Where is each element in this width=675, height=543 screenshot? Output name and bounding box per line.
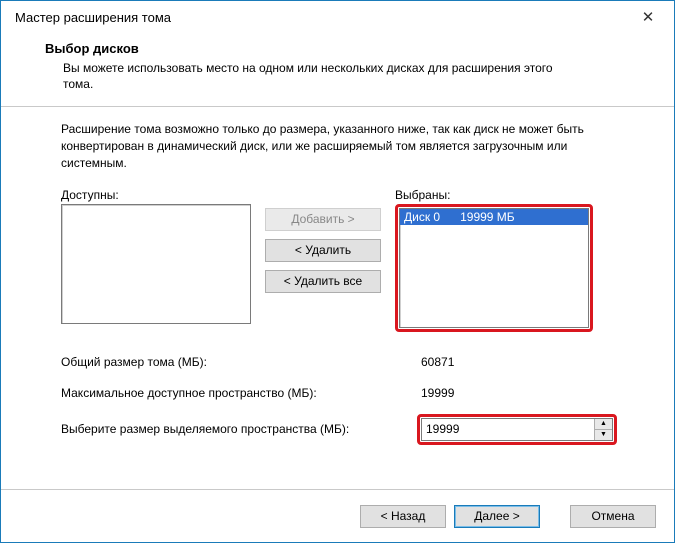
next-button[interactable]: Далее > (454, 505, 540, 528)
cancel-button[interactable]: Отмена (570, 505, 656, 528)
total-size-value: 60871 (417, 352, 609, 373)
transfer-buttons: Добавить > < Удалить < Удалить все (265, 208, 381, 293)
remove-all-button[interactable]: < Удалить все (265, 270, 381, 293)
window-title: Мастер расширения тома (15, 10, 628, 25)
max-space-value: 19999 (417, 383, 609, 404)
title-bar: Мастер расширения тома ✕ (1, 1, 674, 33)
wizard-window: Мастер расширения тома ✕ Выбор дисков Вы… (0, 0, 675, 543)
spinner-down-icon[interactable]: ▼ (595, 430, 612, 440)
selected-column: Выбраны: Диск 0 19999 МБ (395, 188, 593, 332)
max-space-label: Максимальное доступное пространство (МБ)… (61, 386, 417, 400)
back-button[interactable]: < Назад (360, 505, 446, 528)
extension-note: Расширение тома возможно только до разме… (61, 121, 621, 171)
select-space-highlight: ▲ ▼ (417, 414, 617, 445)
page-description: Вы можете использовать место на одном ил… (63, 60, 583, 92)
select-space-input[interactable] (422, 419, 594, 440)
select-space-label: Выберите размер выделяемого пространства… (61, 422, 417, 436)
available-listbox[interactable] (61, 204, 251, 324)
wizard-header: Выбор дисков Вы можете использовать мест… (1, 33, 674, 107)
selected-highlight: Диск 0 19999 МБ (395, 204, 593, 332)
add-button: Добавить > (265, 208, 381, 231)
available-label: Доступны: (61, 188, 251, 202)
total-size-label: Общий размер тома (МБ): (61, 355, 417, 369)
disk-lists: Доступны: Добавить > < Удалить < Удалить… (61, 188, 646, 332)
page-title: Выбор дисков (45, 41, 646, 56)
list-item[interactable]: Диск 0 19999 МБ (400, 209, 588, 225)
size-fields: Общий размер тома (МБ): 60871 Максимальн… (61, 352, 646, 445)
available-column: Доступны: (61, 188, 251, 324)
wizard-footer: < Назад Далее > Отмена (1, 490, 674, 542)
close-icon[interactable]: ✕ (628, 3, 668, 31)
wizard-body: Расширение тома возможно только до разме… (1, 107, 674, 490)
spinner-buttons: ▲ ▼ (594, 419, 612, 440)
selected-label: Выбраны: (395, 188, 593, 202)
select-space-spinner[interactable]: ▲ ▼ (421, 418, 613, 441)
spinner-up-icon[interactable]: ▲ (595, 419, 612, 430)
remove-button[interactable]: < Удалить (265, 239, 381, 262)
selected-listbox[interactable]: Диск 0 19999 МБ (399, 208, 589, 328)
